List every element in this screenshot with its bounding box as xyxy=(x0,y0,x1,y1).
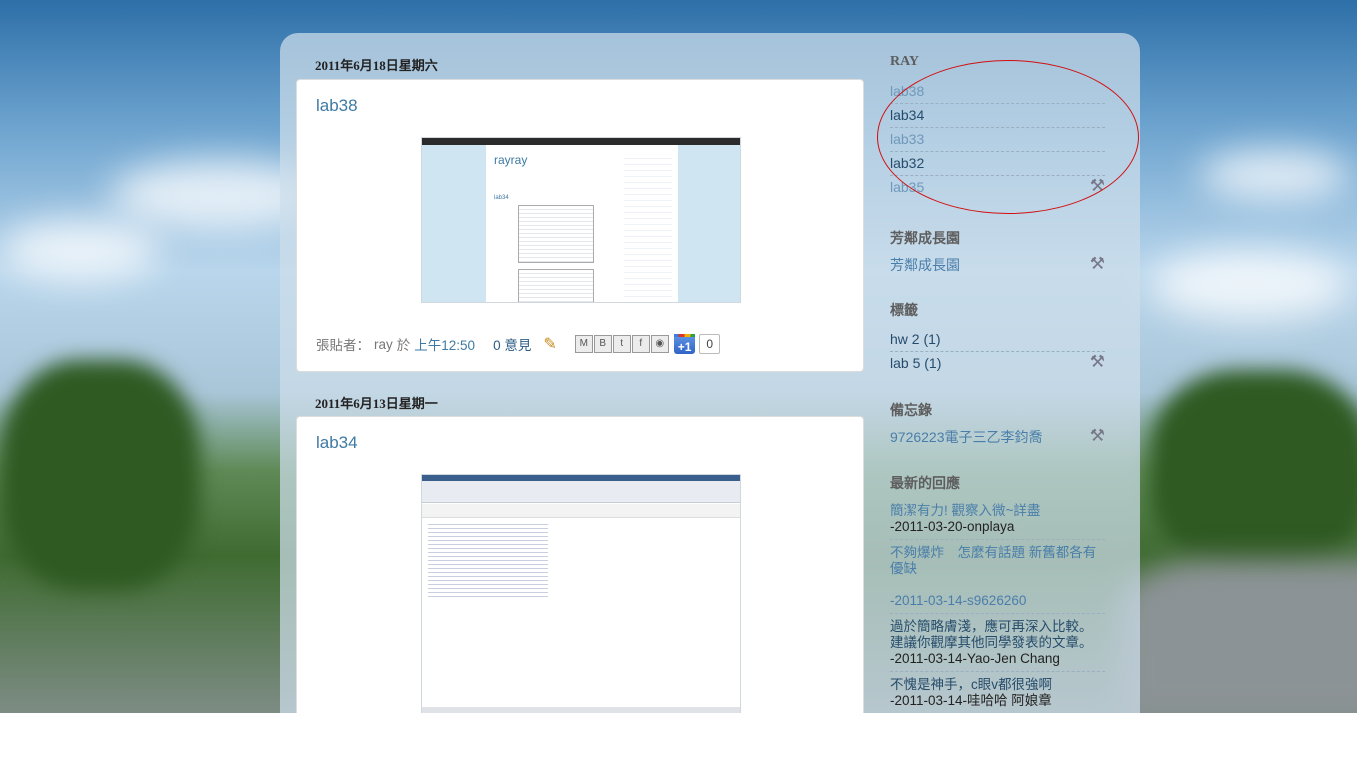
screenshot-sidebar xyxy=(624,153,672,298)
post-time-link[interactable]: 上午12:50 xyxy=(414,334,475,354)
sidebar-heading: 芳鄰成長園 xyxy=(890,232,960,247)
sidebar-link-garden[interactable]: 芳鄰成長園 ⚒ xyxy=(890,254,1105,278)
screenshot-thumbnail xyxy=(518,269,594,302)
blog-viewport: 2011年6月18日星期六 lab38 rayray lab34 張貼者： ra… xyxy=(0,0,1357,713)
sidebar-link-label: 芳鄰成長園 xyxy=(890,257,960,273)
comment-meta: -2011-03-20-onplaya xyxy=(890,519,1015,534)
edit-pencil-icon[interactable]: ✎ xyxy=(543,334,556,354)
sidebar-memo-section: 備忘錄 9726223電子三乙李鈞喬 ⚒ xyxy=(890,400,1105,450)
sidebar-heading: 標籤 xyxy=(890,304,918,319)
post-footer: 張貼者： ray 於 上午12:50 0 意見 ✎ M B t f ◉ +1 0 xyxy=(316,334,721,354)
background-trees xyxy=(0,360,200,590)
screenshot-toolbar xyxy=(422,481,740,503)
post-title[interactable]: lab38 xyxy=(316,96,358,116)
screenshot-tabbar xyxy=(422,504,740,518)
post-title[interactable]: lab34 xyxy=(316,433,358,453)
screenshot-statusbar xyxy=(422,707,740,713)
sidebar-label-hw2[interactable]: hw 2 (1) xyxy=(890,328,1105,352)
recent-comment: 過於簡略膚淺，應可再深入比較。建議你觀摩其他同學發表的文章。 -2011-03-… xyxy=(890,614,1105,672)
screenshot-code-lines xyxy=(428,521,548,599)
comment-text-link[interactable]: 過於簡略膚淺，應可再深入比較。建議你觀摩其他同學發表的文章。 xyxy=(890,619,1105,651)
twitter-icon[interactable]: t xyxy=(612,335,631,353)
sidebar-recent-comments-section: 最新的回應 簡潔有力! 觀察入微~詳盡 -2011-03-20-onplaya … xyxy=(890,473,1105,713)
recent-comment: 不夠爆炸 怎麼有話題 新舊都各有優缺 -2011-03-14-s9626260 xyxy=(890,540,1105,614)
comment-meta: -2011-03-14-Yao-Jen Chang xyxy=(890,651,1060,666)
screenshot-navbar xyxy=(422,138,740,145)
sidebar-memo-link[interactable]: 9726223電子三乙李鈞喬 ⚒ xyxy=(890,426,1105,450)
recent-comment: 簡潔有力! 觀察入微~詳盡 -2011-03-20-onplaya xyxy=(890,501,1105,540)
sidebar-label-text: lab 5 (1) xyxy=(890,355,942,371)
annotation-red-circle xyxy=(877,60,1139,214)
sidebar-memo-text: 9726223電子三乙李鈞喬 xyxy=(890,429,1043,445)
screenshot-page: rayray lab34 xyxy=(486,145,678,302)
post-author: ray xyxy=(374,336,393,352)
background-cloud xyxy=(1150,250,1350,320)
facebook-icon[interactable]: f xyxy=(631,335,650,353)
background-trees xyxy=(1150,370,1357,570)
email-icon[interactable]: M xyxy=(574,335,593,353)
share-buttons: M B t f ◉ xyxy=(574,335,669,353)
sidebar-garden-section: 芳鄰成長園 芳鄰成長園 ⚒ xyxy=(890,228,1105,278)
comment-text-link[interactable]: 不愧是神手，c眼v都很強啊 xyxy=(890,677,1105,693)
background-cloud xyxy=(0,220,160,280)
edit-gadget-wrench-icon[interactable]: ⚒ xyxy=(1090,353,1105,371)
post-date-header: 2011年6月13日星期一 xyxy=(315,396,438,411)
sidebar-labels-section: 標籤 hw 2 (1) lab 5 (1) ⚒ xyxy=(890,300,1105,376)
sidebar-heading: 最新的回應 xyxy=(890,477,960,492)
edit-gadget-wrench-icon[interactable]: ⚒ xyxy=(1090,255,1105,273)
comment-meta: -2011-03-14-哇哈哈 阿娘章 xyxy=(890,693,1052,708)
comment-text-link[interactable]: 不夠爆炸 怎麼有話題 新舊都各有優缺 xyxy=(890,545,1105,577)
background-cloud xyxy=(1200,150,1350,200)
sidebar-heading: 備忘錄 xyxy=(890,404,932,419)
post-screenshot-image[interactable] xyxy=(421,474,741,713)
blogger-icon[interactable]: B xyxy=(593,335,612,353)
comment-meta: -2011-03-14-s9626260 xyxy=(890,593,1027,608)
buzz-icon[interactable]: ◉ xyxy=(650,335,669,353)
posted-by-label: 張貼者： xyxy=(316,338,370,353)
background-road xyxy=(1120,560,1357,713)
post-screenshot-image[interactable]: rayray lab34 xyxy=(421,137,741,303)
screenshot-blog-title: rayray xyxy=(494,153,528,167)
screenshot-post-label: lab34 xyxy=(494,195,509,201)
post-lab38: lab38 rayray lab34 張貼者： ray 於 上午12:50 0 … xyxy=(296,79,864,372)
post-at-label: 於 xyxy=(396,338,411,353)
recent-comment: 不愧是神手，c眼v都很強啊 -2011-03-14-哇哈哈 阿娘章 xyxy=(890,672,1105,713)
screenshot-thumbnail xyxy=(518,205,594,263)
post-date-header: 2011年6月18日星期六 xyxy=(315,58,438,73)
plusone-button[interactable]: +1 xyxy=(673,334,696,354)
sidebar-label-lab5[interactable]: lab 5 (1) ⚒ xyxy=(890,352,1105,376)
plusone-count: 0 xyxy=(699,334,721,354)
comment-text-link[interactable]: 簡潔有力! 觀察入微~詳盡 xyxy=(890,503,1105,519)
edit-gadget-wrench-icon[interactable]: ⚒ xyxy=(1090,427,1105,445)
post-lab34: lab34 xyxy=(296,416,864,713)
comments-link[interactable]: 0 意見 xyxy=(493,334,531,354)
